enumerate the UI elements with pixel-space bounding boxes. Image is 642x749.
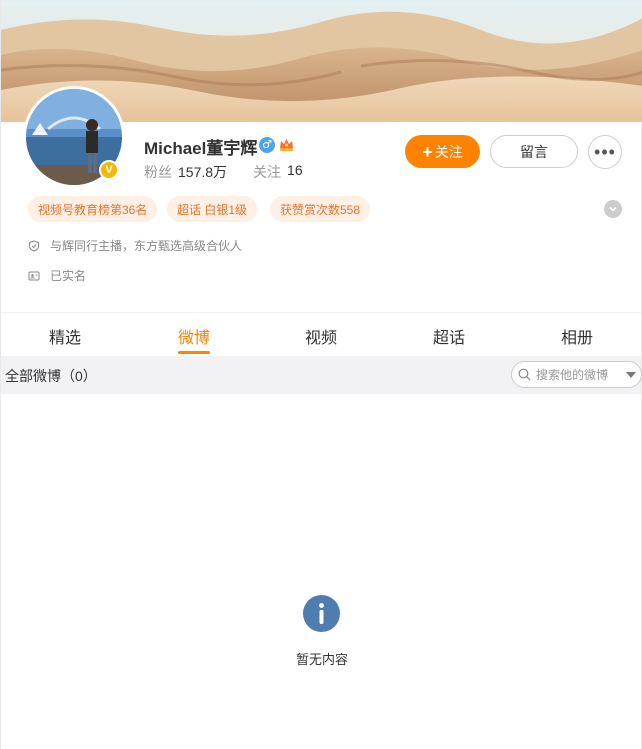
male-icon: ♂ bbox=[259, 137, 275, 153]
tag-reward-count[interactable]: 获赞赏次数558 bbox=[270, 196, 371, 222]
shield-icon bbox=[29, 239, 39, 252]
tab-super-topic[interactable]: 超话 bbox=[433, 324, 465, 348]
profile-stats: 粉丝 157.8万 关注 16 bbox=[144, 162, 303, 182]
search-input[interactable] bbox=[536, 367, 622, 382]
follow-button[interactable]: + 关注 bbox=[405, 135, 480, 168]
tab-video[interactable]: 视频 bbox=[305, 324, 337, 348]
info-icon bbox=[303, 595, 340, 632]
search-icon bbox=[518, 368, 531, 381]
id-card-icon bbox=[28, 271, 40, 280]
profile-name: Michael董宇辉 bbox=[144, 139, 258, 158]
more-icon: ••• bbox=[594, 141, 616, 162]
plus-icon: + bbox=[422, 141, 433, 162]
tab-weibo[interactable]: 微博 bbox=[178, 324, 210, 348]
more-button[interactable]: ••• bbox=[588, 135, 622, 169]
all-posts-filter[interactable]: 全部微博（0） bbox=[5, 366, 97, 386]
verification-text: 已实名 bbox=[50, 269, 87, 283]
tabs-divider bbox=[1, 312, 641, 313]
caret-down-icon[interactable] bbox=[626, 371, 636, 378]
tag-super-topic[interactable]: 超话 白银1级 bbox=[167, 196, 258, 222]
fans-label: 粉丝 bbox=[144, 164, 172, 180]
tag-video-rank[interactable]: 视频号教育榜第36名 bbox=[28, 196, 158, 222]
verified-badge: V bbox=[99, 160, 119, 180]
fans-count[interactable]: 157.8万 bbox=[178, 162, 227, 182]
chevron-down-icon[interactable] bbox=[604, 200, 622, 218]
description-text: 与辉同行主播，东方甄选高级合伙人 bbox=[50, 239, 243, 253]
crown-icon bbox=[280, 139, 293, 151]
follow-label: 关注 bbox=[434, 143, 463, 160]
tab-featured[interactable]: 精选 bbox=[49, 324, 81, 348]
profile-page: V Michael董宇辉 ♂ 粉丝 157.8万 关注 16 + 关注 留言 •… bbox=[0, 0, 642, 749]
empty-state-text: 暂无内容 bbox=[295, 652, 348, 667]
tab-album[interactable]: 相册 bbox=[561, 324, 593, 348]
verification-row: 已实名 bbox=[28, 267, 86, 284]
search-box[interactable] bbox=[511, 361, 642, 388]
message-button[interactable]: 留言 bbox=[490, 135, 578, 168]
description-row: 与辉同行主播，东方甄选高级合伙人 bbox=[28, 237, 242, 254]
following-label: 关注 bbox=[253, 164, 282, 180]
active-tab-indicator bbox=[178, 351, 210, 354]
following-count[interactable]: 16 bbox=[287, 162, 303, 182]
